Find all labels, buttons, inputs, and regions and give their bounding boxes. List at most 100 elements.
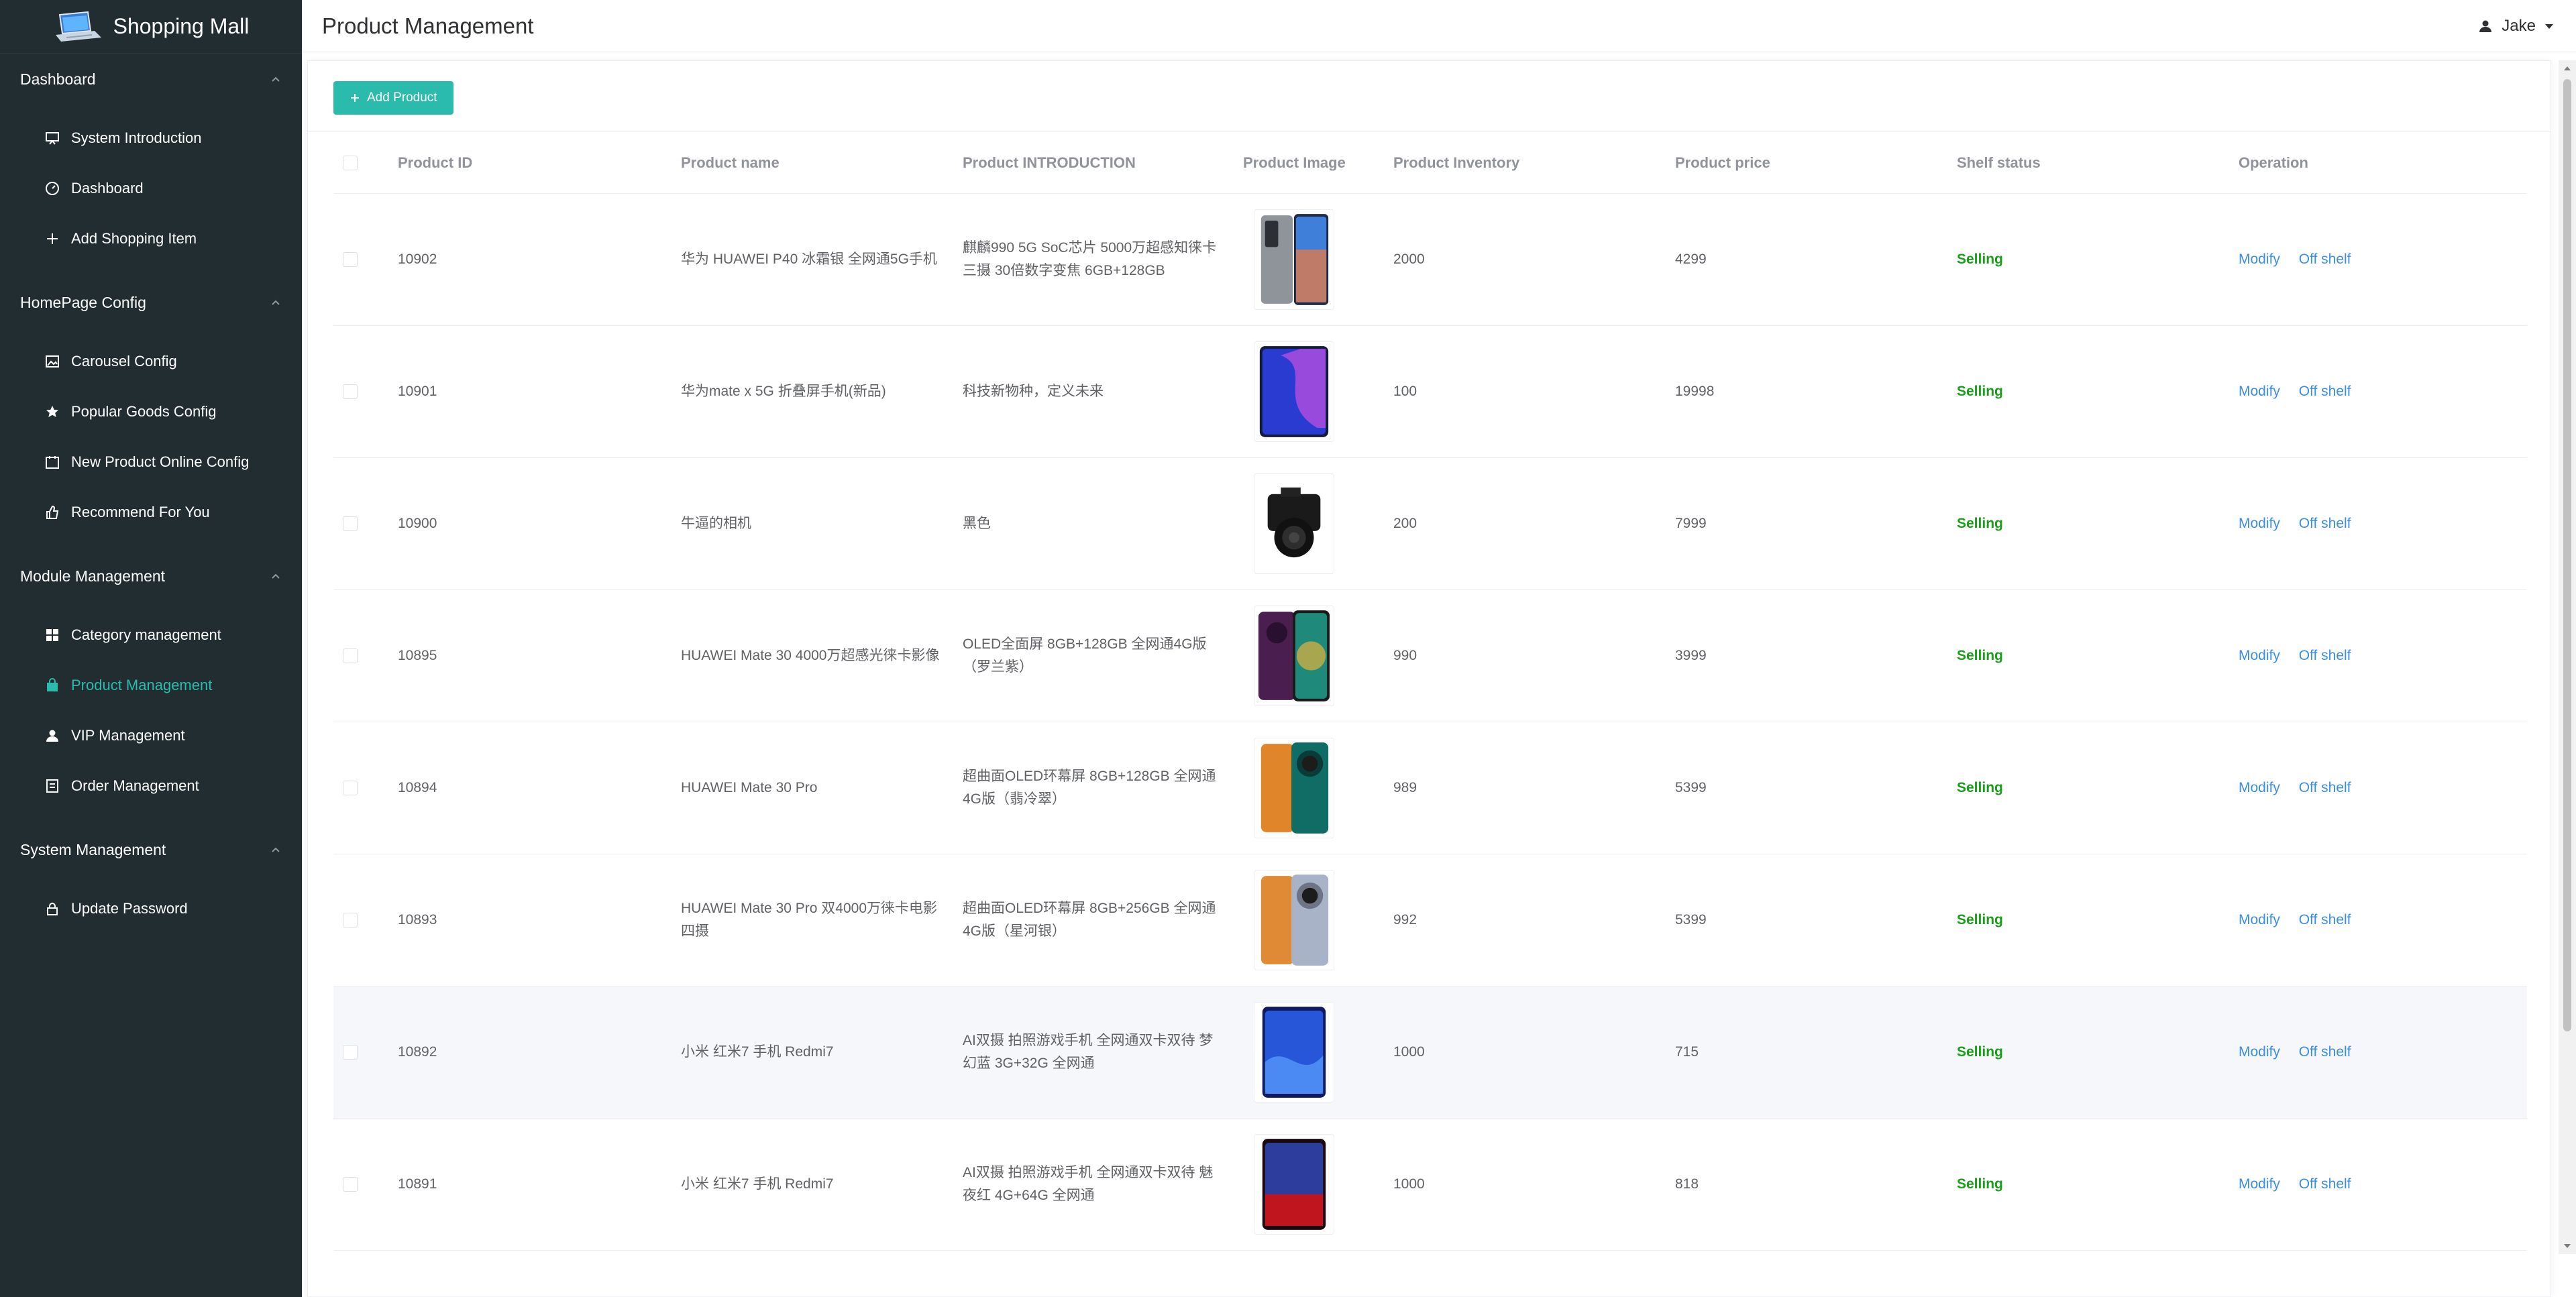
add-product-button[interactable]: Add Product bbox=[333, 81, 453, 115]
table-row[interactable]: 10895 HUAWEI Mate 30 4000万超感光徕卡影像 OLED全面… bbox=[333, 590, 2527, 722]
product-inventory: 990 bbox=[1393, 648, 1417, 663]
modify-link[interactable]: Modify bbox=[2239, 912, 2280, 927]
caret-down-icon bbox=[2545, 23, 2553, 29]
product-thumbnail[interactable] bbox=[1254, 209, 1334, 310]
off-shelf-link[interactable]: Off shelf bbox=[2299, 648, 2351, 663]
row-checkbox[interactable] bbox=[343, 516, 358, 531]
product-thumbnail[interactable] bbox=[1254, 738, 1334, 838]
row-checkbox[interactable] bbox=[343, 781, 358, 795]
scroll-up-arrow-icon[interactable] bbox=[2563, 64, 2571, 72]
off-shelf-link[interactable]: Off shelf bbox=[2299, 1044, 2351, 1060]
product-image-cell bbox=[1243, 341, 1393, 442]
table-row[interactable]: 10902 华为 HUAWEI P40 冰霜银 全网通5G手机 麒麟990 5G… bbox=[333, 194, 2527, 326]
operation-cell: Modify Off shelf bbox=[2239, 248, 2527, 271]
shelf-status: Selling bbox=[1957, 648, 2003, 663]
off-shelf-link[interactable]: Off shelf bbox=[2299, 780, 2351, 795]
modify-link[interactable]: Modify bbox=[2239, 648, 2280, 663]
top-header: Product Management Jake bbox=[302, 0, 2576, 52]
product-thumbnail[interactable] bbox=[1254, 341, 1334, 442]
vertical-scrollbar[interactable] bbox=[2559, 60, 2576, 1254]
sidebar-item-popular-goods-config[interactable]: Popular Goods Config bbox=[0, 386, 302, 437]
product-intro: 黑色 bbox=[963, 516, 991, 531]
page-title: Product Management bbox=[322, 13, 534, 38]
sidebar: Shopping Mall Dashboard System Introduct… bbox=[0, 0, 302, 1297]
star-icon bbox=[46, 405, 58, 417]
product-thumbnail[interactable] bbox=[1254, 1002, 1334, 1103]
modify-link[interactable]: Modify bbox=[2239, 251, 2280, 267]
off-shelf-link[interactable]: Off shelf bbox=[2299, 384, 2351, 399]
row-checkbox[interactable] bbox=[343, 1177, 358, 1192]
product-intro: AI双摄 拍照游戏手机 全网通双卡双待 梦幻蓝 3G+32G 全网通 bbox=[963, 1033, 1214, 1071]
table-row[interactable]: 10891 小米 红米7 手机 Redmi7 AI双摄 拍照游戏手机 全网通双卡… bbox=[333, 1119, 2527, 1251]
product-id: 10893 bbox=[398, 912, 437, 927]
row-checkbox[interactable] bbox=[343, 252, 358, 267]
modify-link[interactable]: Modify bbox=[2239, 1044, 2280, 1060]
sidebar-item-system-introduction[interactable]: System Introduction bbox=[0, 113, 302, 163]
product-inventory: 992 bbox=[1393, 912, 1417, 927]
product-image-cell bbox=[1243, 606, 1393, 706]
product-price: 4299 bbox=[1675, 251, 1707, 267]
sidebar-item-vip-management[interactable]: VIP Management bbox=[0, 710, 302, 760]
row-checkbox[interactable] bbox=[343, 384, 358, 399]
phone-orange-silver-image bbox=[1254, 870, 1334, 970]
operation-cell: Modify Off shelf bbox=[2239, 1041, 2527, 1064]
product-price: 818 bbox=[1675, 1176, 1699, 1192]
phone-night-red-image bbox=[1254, 1135, 1334, 1234]
operation-cell: Modify Off shelf bbox=[2239, 380, 2527, 403]
product-thumbnail[interactable] bbox=[1254, 606, 1334, 706]
sidebar-item-update-password[interactable]: Update Password bbox=[0, 883, 302, 934]
sidebar-item-dashboard[interactable]: Dashboard bbox=[0, 163, 302, 213]
sidebar-item-label: Order Management bbox=[71, 777, 199, 794]
user-menu[interactable]: Jake bbox=[2477, 17, 2555, 36]
header-cell-name: Product name bbox=[681, 154, 780, 171]
modify-link[interactable]: Modify bbox=[2239, 1176, 2280, 1192]
table-row[interactable]: 10901 华为mate x 5G 折叠屏手机(新品) 科技新物种，定义未来 1… bbox=[333, 326, 2527, 458]
sidebar-item-order-management[interactable]: Order Management bbox=[0, 760, 302, 811]
table-row[interactable]: 10894 HUAWEI Mate 30 Pro 超曲面OLED环幕屏 8GB+… bbox=[333, 722, 2527, 854]
sidebar-item-label: Dashboard bbox=[71, 179, 144, 196]
header-cell-intro: Product INTRODUCTION bbox=[963, 154, 1136, 171]
modify-link[interactable]: Modify bbox=[2239, 780, 2280, 795]
product-thumbnail[interactable] bbox=[1254, 870, 1334, 970]
sidebar-item-add-shopping-item[interactable]: Add Shopping Item bbox=[0, 213, 302, 264]
sidebar-item-label: System Introduction bbox=[71, 129, 202, 146]
off-shelf-link[interactable]: Off shelf bbox=[2299, 251, 2351, 267]
select-all-checkbox[interactable] bbox=[343, 155, 358, 170]
modify-link[interactable]: Modify bbox=[2239, 516, 2280, 531]
menu-group-module-management: Module Management Category management Pr… bbox=[0, 551, 302, 824]
header-cell-inventory: Product Inventory bbox=[1393, 154, 1520, 171]
off-shelf-link[interactable]: Off shelf bbox=[2299, 912, 2351, 927]
product-price: 715 bbox=[1675, 1044, 1699, 1060]
sidebar-item-carousel-config[interactable]: Carousel Config bbox=[0, 336, 302, 386]
row-checkbox[interactable] bbox=[343, 913, 358, 927]
add-product-label: Add Product bbox=[367, 91, 437, 105]
table-row[interactable]: 10892 小米 红米7 手机 Redmi7 AI双摄 拍照游戏手机 全网通双卡… bbox=[333, 986, 2527, 1119]
phone-dream-blue-image bbox=[1254, 1003, 1334, 1102]
product-price: 3999 bbox=[1675, 648, 1707, 663]
sidebar-item-new-product-online-config[interactable]: New Product Online Config bbox=[0, 437, 302, 487]
menu-group-head-module-management[interactable]: Module Management bbox=[0, 551, 302, 602]
header-cell-select bbox=[333, 155, 398, 170]
sidebar-item-category-management[interactable]: Category management bbox=[0, 610, 302, 660]
sidebar-item-recommend-for-you[interactable]: Recommend For You bbox=[0, 487, 302, 537]
product-thumbnail[interactable] bbox=[1254, 1134, 1334, 1235]
product-id: 10891 bbox=[398, 1176, 437, 1192]
off-shelf-link[interactable]: Off shelf bbox=[2299, 516, 2351, 531]
table-row[interactable]: 10900 牛逼的相机 黑色 200 7999 Selling Modify O… bbox=[333, 458, 2527, 590]
product-thumbnail[interactable] bbox=[1254, 473, 1334, 574]
brand[interactable]: Shopping Mall bbox=[0, 0, 302, 54]
menu-group-head-dashboard[interactable]: Dashboard bbox=[0, 54, 302, 105]
shelf-status: Selling bbox=[1957, 1176, 2003, 1192]
scroll-down-arrow-icon[interactable] bbox=[2563, 1242, 2571, 1250]
sidebar-item-product-management[interactable]: Product Management bbox=[0, 660, 302, 710]
scroll-thumb[interactable] bbox=[2563, 79, 2571, 1031]
off-shelf-link[interactable]: Off shelf bbox=[2299, 1176, 2351, 1192]
row-checkbox[interactable] bbox=[343, 1045, 358, 1060]
modify-link[interactable]: Modify bbox=[2239, 384, 2280, 399]
row-checkbox[interactable] bbox=[343, 648, 358, 663]
menu-group-head-system-management[interactable]: System Management bbox=[0, 824, 302, 875]
product-intro: AI双摄 拍照游戏手机 全网通双卡双待 魅夜红 4G+64G 全网通 bbox=[963, 1165, 1214, 1203]
row-select-cell bbox=[333, 781, 398, 795]
table-row[interactable]: 10893 HUAWEI Mate 30 Pro 双4000万徕卡电影四摄 超曲… bbox=[333, 854, 2527, 986]
menu-group-head-homepage-config[interactable]: HomePage Config bbox=[0, 277, 302, 328]
